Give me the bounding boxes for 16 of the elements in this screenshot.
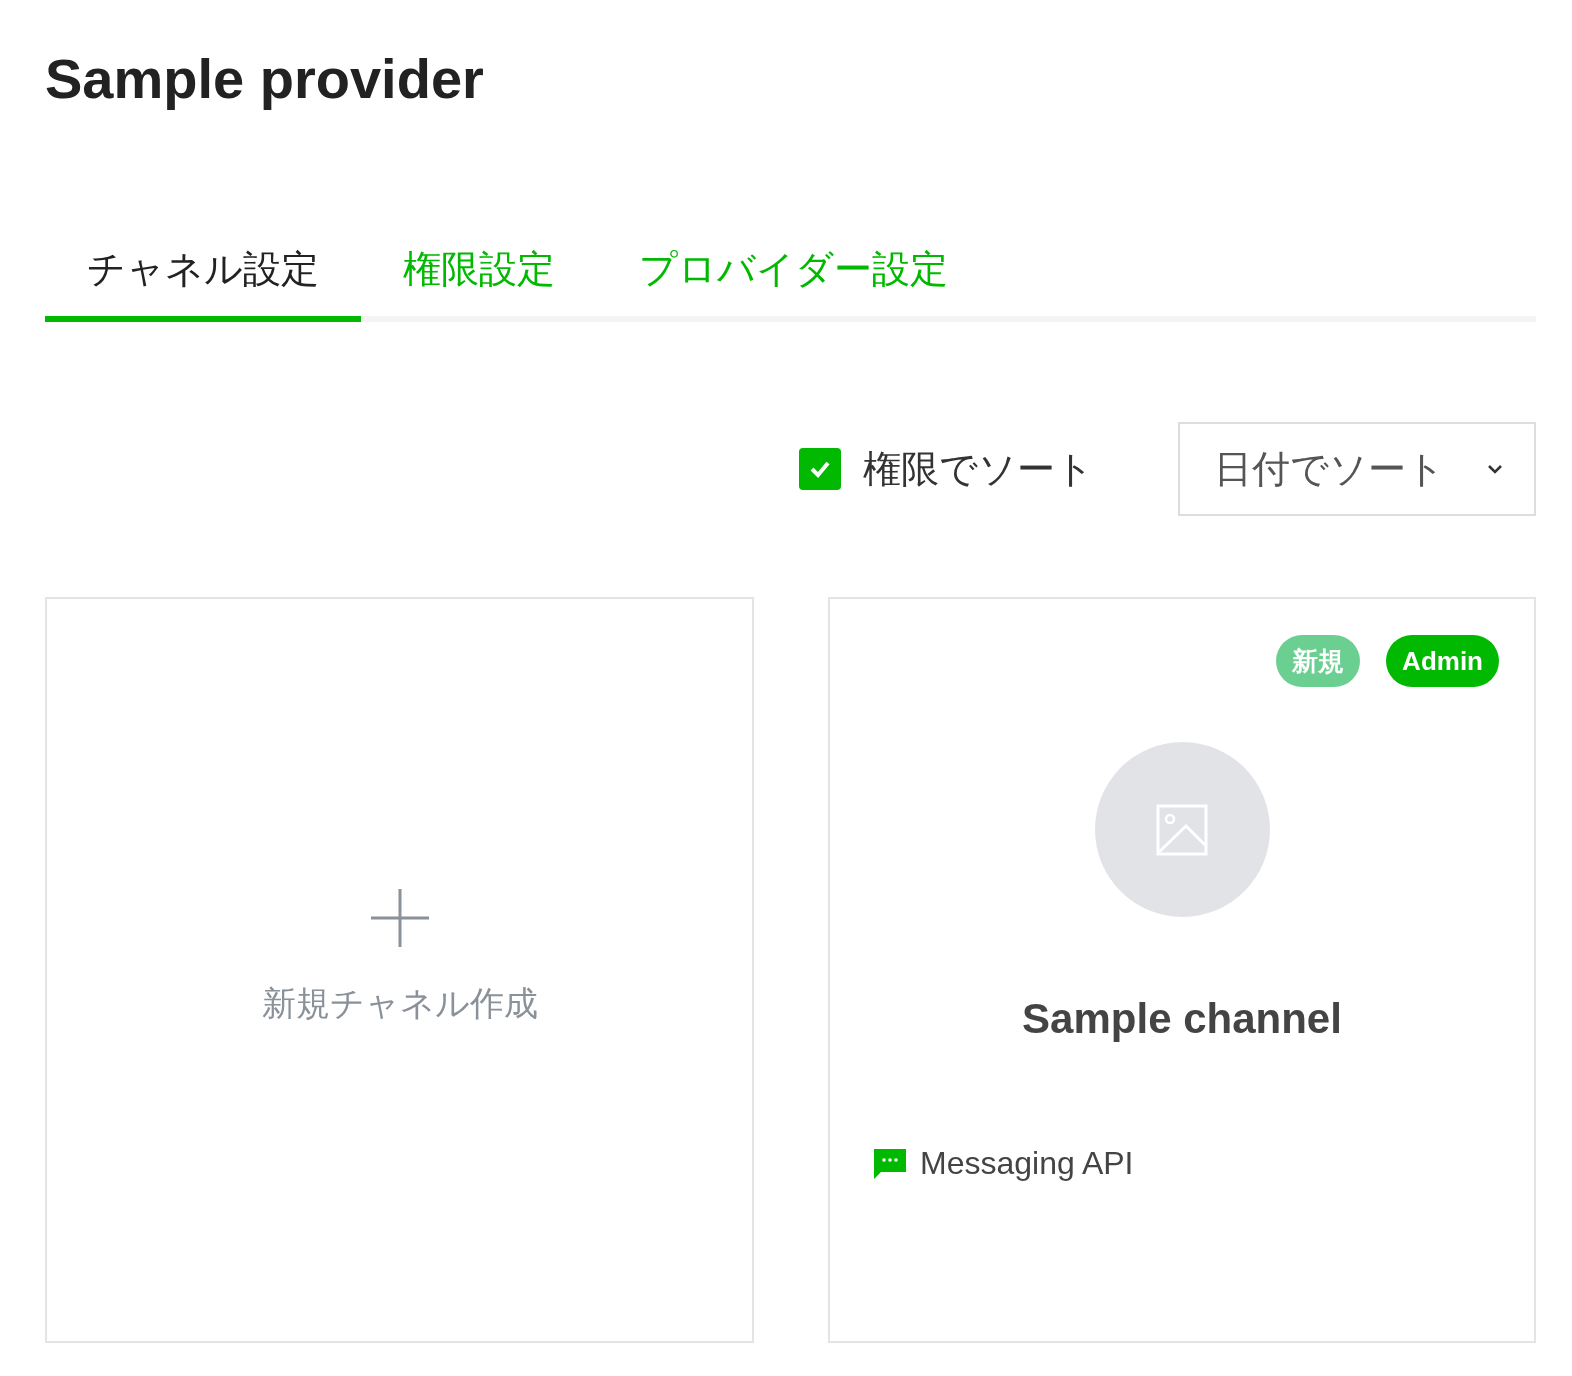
check-icon bbox=[809, 460, 831, 478]
checkbox[interactable] bbox=[799, 448, 841, 490]
channel-card[interactable]: 新規 Admin Sample channel Messaging API bbox=[828, 597, 1536, 1343]
image-icon bbox=[1156, 803, 1208, 856]
badge: Admin bbox=[1386, 635, 1499, 687]
channel-type-label: Messaging API bbox=[920, 1145, 1134, 1182]
plus-icon bbox=[370, 889, 429, 947]
chat-bubble-icon bbox=[874, 1148, 906, 1179]
checkbox-label: 権限でソート bbox=[863, 446, 1094, 492]
chevron-down-icon bbox=[1486, 463, 1504, 475]
sort-dropdown[interactable]: 日付でソート bbox=[1178, 422, 1536, 516]
channel-name: Sample channel bbox=[1021, 994, 1343, 1044]
badge: 新規 bbox=[1276, 635, 1361, 687]
page-title: Sample provider bbox=[45, 46, 485, 112]
create-channel-label: 新規チャネル作成 bbox=[261, 983, 538, 1024]
tab[interactable]: チャネル設定 bbox=[45, 244, 361, 322]
